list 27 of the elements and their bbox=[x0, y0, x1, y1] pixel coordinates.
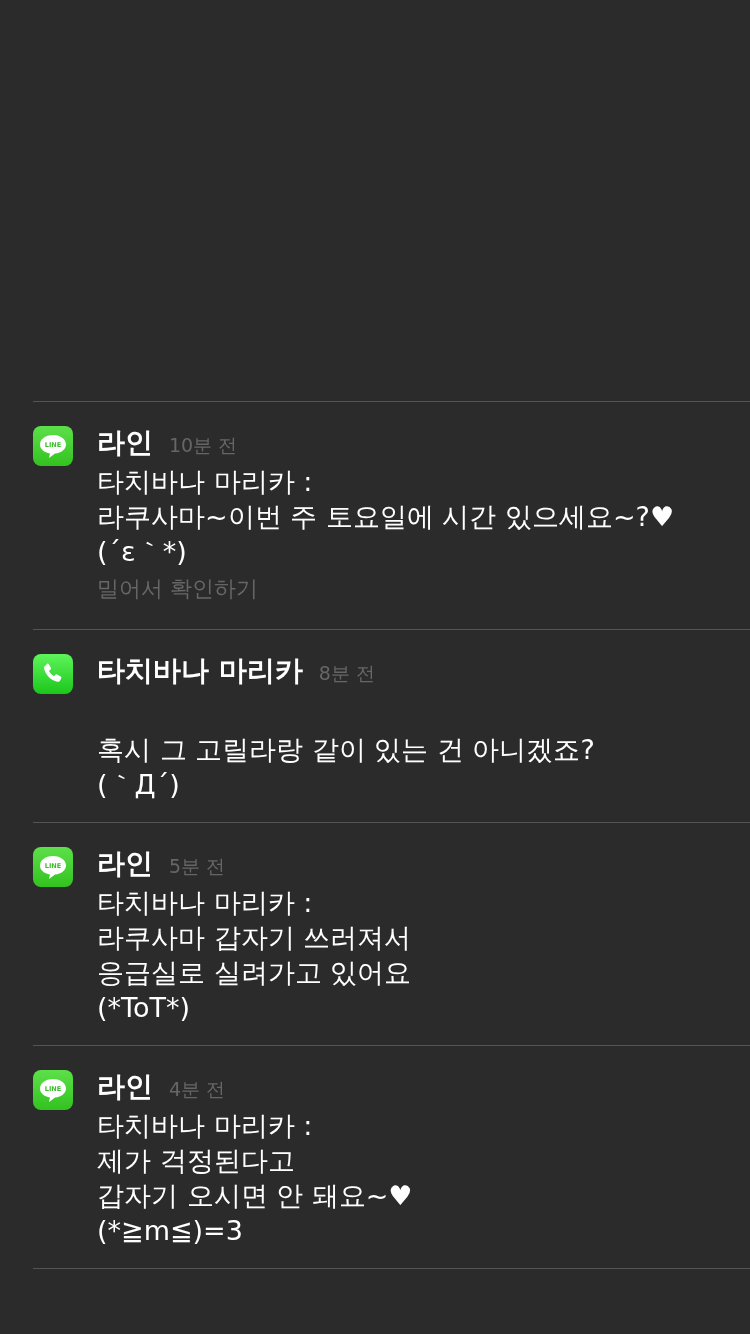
message-line: (｀Д´) bbox=[97, 768, 181, 802]
message-line: 혹시 그 고릴라랑 같이 있는 건 아니겠죠? bbox=[97, 733, 595, 767]
notification-title: 라인 bbox=[97, 425, 153, 461]
message-line: 라쿠사마~이번 주 토요일에 시간 있으세요~?♥ bbox=[97, 500, 675, 534]
speech-bubble-icon bbox=[38, 433, 68, 459]
notification-time: 4분 전 bbox=[169, 1077, 226, 1102]
message-line: 제가 걱정된다고 bbox=[97, 1144, 296, 1178]
notification-time: 5분 전 bbox=[169, 854, 226, 879]
message-line: 타치바나 마리카 : bbox=[97, 886, 314, 920]
swipe-hint: 밀어서 확인하기 bbox=[97, 575, 259, 603]
message-line: (´ε｀*) bbox=[97, 535, 188, 569]
notification-title: 라인 bbox=[97, 846, 153, 882]
notification-title: 라인 bbox=[97, 1069, 153, 1105]
speech-bubble-icon bbox=[38, 1077, 68, 1103]
message-line: 타치바나 마리카 : bbox=[97, 465, 314, 499]
message-line: 라쿠사마 갑자기 쓰러져서 bbox=[97, 921, 412, 955]
message-line: (*≧m≦)=3 bbox=[97, 1214, 244, 1248]
message-line: 갑자기 오시면 안 돼요~♥ bbox=[97, 1179, 413, 1213]
notification-time: 10분 전 bbox=[169, 433, 238, 458]
notification-title: 타치바나 마리카 bbox=[97, 653, 303, 689]
notification[interactable]: 타치바나 마리카 8분 전 혹시 그 고릴라랑 같이 있는 건 아니겠죠? (｀Д´) bbox=[33, 630, 750, 823]
notification-time: 8분 전 bbox=[318, 661, 375, 686]
phone-icon bbox=[33, 654, 73, 694]
speech-bubble-icon bbox=[38, 854, 68, 880]
message-line: 응급실로 실려가고 있어요 bbox=[97, 956, 412, 990]
message-line: (*ToT*) bbox=[97, 991, 191, 1025]
message-line: 타치바나 마리카 : bbox=[97, 1109, 314, 1143]
